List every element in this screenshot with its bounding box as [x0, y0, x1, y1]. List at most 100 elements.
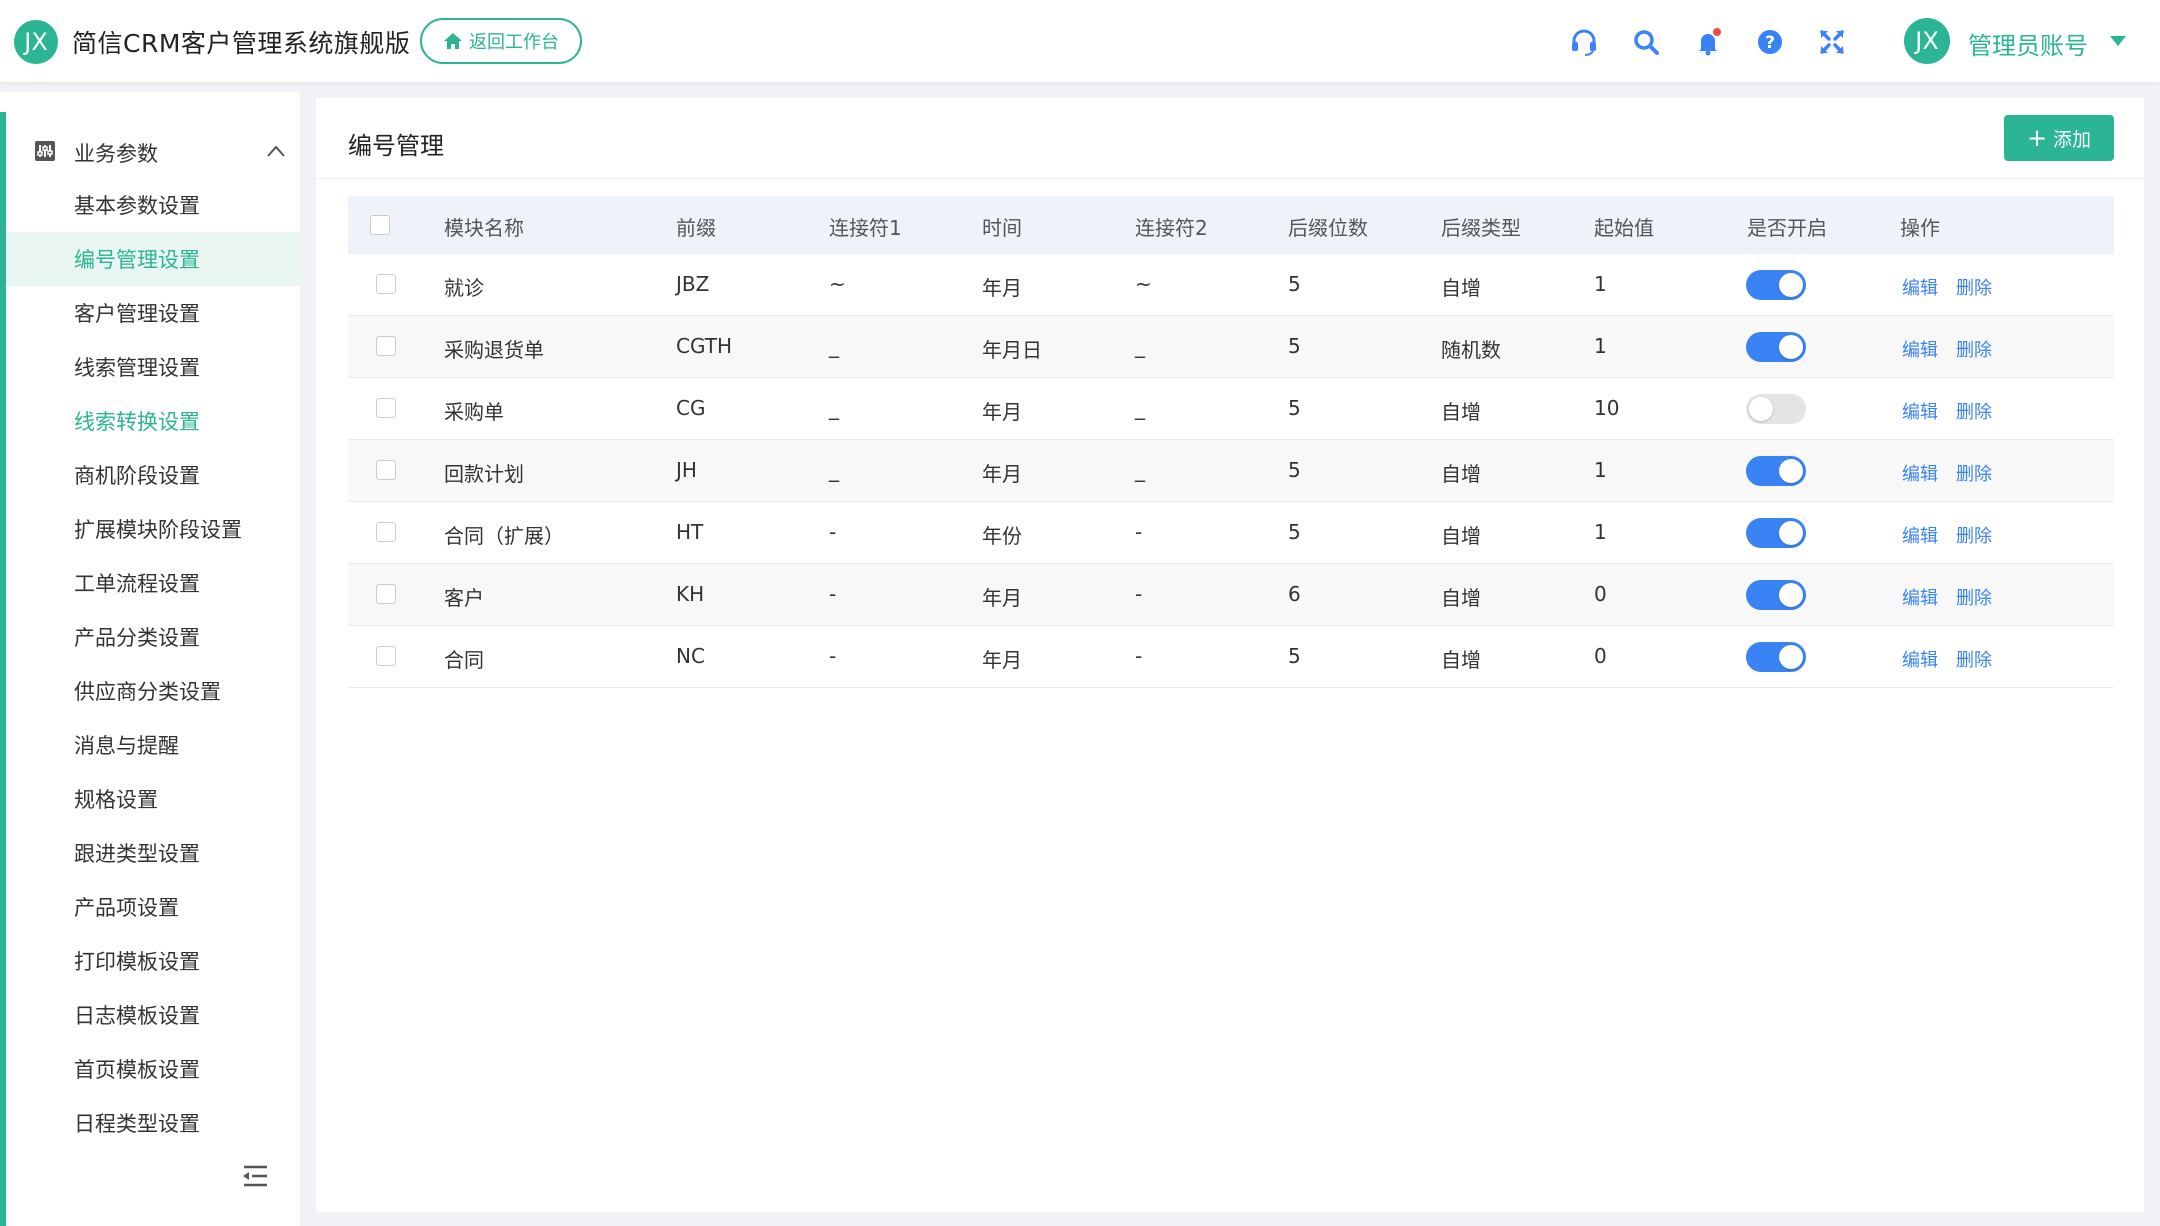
- app-logo: JX: [14, 20, 58, 64]
- module-name-cell: 采购退货单: [444, 338, 544, 362]
- delete-link[interactable]: 删除: [1956, 398, 1992, 424]
- return-workbench-button[interactable]: 返回工作台: [420, 18, 582, 64]
- row-checkbox[interactable]: [376, 522, 396, 542]
- row-checkbox[interactable]: [376, 584, 396, 604]
- main-card: 编号管理 + 添加 模块名称 前缀 连接符1 时间 连接符2 后缀位数 后缀类型…: [316, 98, 2144, 1212]
- page-title: 编号管理: [348, 132, 444, 160]
- sidebar-item[interactable]: 供应商分类设置: [6, 664, 300, 718]
- suffix-type-cell: 自增: [1441, 462, 1481, 486]
- sidebar: 业务参数 基本参数设置 编号管理设置 客户管理设置 线索管理设置 线索转换设置 商机阶段设…: [0, 92, 300, 1226]
- sidebar-item[interactable]: 产品项设置: [6, 880, 300, 934]
- enabled-toggle[interactable]: [1746, 332, 1806, 362]
- row-checkbox[interactable]: [376, 274, 396, 294]
- add-button[interactable]: + 添加: [2004, 115, 2114, 161]
- sidebar-item[interactable]: 扩展模块阶段设置: [6, 502, 300, 556]
- chevron-up-icon: [267, 145, 285, 157]
- table-row: 合同 NC - 年月 - 5 自增 0 编辑 删除: [348, 626, 2114, 688]
- edit-link[interactable]: 编辑: [1902, 646, 1938, 672]
- suffix-type-cell: 随机数: [1441, 338, 1501, 362]
- edit-link[interactable]: 编辑: [1902, 398, 1938, 424]
- sidebar-item[interactable]: 工单流程设置: [6, 556, 300, 610]
- separator1-cell: -: [829, 644, 837, 668]
- search-icon[interactable]: [1630, 26, 1662, 58]
- sidebar-item[interactable]: 客户管理设置: [6, 286, 300, 340]
- collapse-menu-icon[interactable]: [240, 1164, 268, 1188]
- column-header: 连接符1: [829, 216, 902, 240]
- suffix-digits-cell: 5: [1288, 458, 1301, 482]
- row-checkbox[interactable]: [376, 336, 396, 356]
- sidebar-item[interactable]: 商机阶段设置: [6, 448, 300, 502]
- enabled-toggle[interactable]: [1746, 518, 1806, 548]
- sidebar-item[interactable]: 首页模板设置: [6, 1042, 300, 1096]
- row-checkbox[interactable]: [376, 646, 396, 666]
- enabled-toggle[interactable]: [1746, 456, 1806, 486]
- fullscreen-icon[interactable]: [1816, 26, 1848, 58]
- sidebar-item[interactable]: 日志模板设置: [6, 988, 300, 1042]
- prefix-cell: JBZ: [676, 272, 710, 296]
- sidebar-item[interactable]: 打印模板设置: [6, 934, 300, 988]
- sidebar-item[interactable]: 规格设置: [6, 772, 300, 826]
- delete-link[interactable]: 删除: [1956, 584, 1992, 610]
- sidebar-group-business-params[interactable]: 业务参数: [6, 124, 300, 178]
- edit-link[interactable]: 编辑: [1902, 274, 1938, 300]
- headset-icon[interactable]: [1568, 26, 1600, 58]
- separator2-cell: -: [1135, 582, 1143, 606]
- time-cell: 年月日: [982, 338, 1042, 362]
- suffix-type-cell: 自增: [1441, 524, 1481, 548]
- sidebar-item[interactable]: 线索管理设置: [6, 340, 300, 394]
- row-checkbox[interactable]: [376, 398, 396, 418]
- column-header: 后缀类型: [1441, 216, 1521, 240]
- delete-link[interactable]: 删除: [1956, 646, 1992, 672]
- column-header: 操作: [1900, 216, 1940, 240]
- edit-link[interactable]: 编辑: [1902, 460, 1938, 486]
- user-avatar[interactable]: JX: [1904, 18, 1950, 64]
- delete-link[interactable]: 删除: [1956, 522, 1992, 548]
- sidebar-item[interactable]: 跟进类型设置: [6, 826, 300, 880]
- bell-icon[interactable]: [1692, 26, 1724, 58]
- module-name-cell: 采购单: [444, 400, 504, 424]
- suffix-digits-cell: 5: [1288, 644, 1301, 668]
- delete-link[interactable]: 删除: [1956, 274, 1992, 300]
- enabled-toggle[interactable]: [1746, 642, 1806, 672]
- prefix-cell: HT: [676, 520, 704, 544]
- column-header: 起始值: [1594, 216, 1654, 240]
- sidebar-item[interactable]: 产品分类设置: [6, 610, 300, 664]
- column-header: 前缀: [676, 216, 716, 240]
- separator1-cell: _: [829, 334, 839, 358]
- prefix-cell: JH: [676, 458, 697, 482]
- return-workbench-label: 返回工作台: [469, 32, 559, 53]
- toggle-knob: [1749, 397, 1773, 421]
- table-row: 合同（扩展） HT - 年份 - 5 自增 1 编辑 删除: [348, 502, 2114, 564]
- module-name-cell: 回款计划: [444, 462, 524, 486]
- add-button-label: 添加: [2053, 128, 2092, 151]
- caret-down-icon[interactable]: [2110, 36, 2126, 46]
- suffix-digits-cell: 5: [1288, 520, 1301, 544]
- suffix-digits-cell: 5: [1288, 272, 1301, 296]
- sidebar-group-label: 业务参数: [74, 142, 158, 166]
- help-icon[interactable]: ?: [1754, 26, 1786, 58]
- delete-link[interactable]: 删除: [1956, 460, 1992, 486]
- separator2-cell: -: [1135, 644, 1143, 668]
- sidebar-item[interactable]: 基本参数设置: [6, 178, 300, 232]
- module-name-cell: 合同: [444, 648, 484, 672]
- prefix-cell: KH: [676, 582, 705, 606]
- edit-link[interactable]: 编辑: [1902, 336, 1938, 362]
- edit-link[interactable]: 编辑: [1902, 584, 1938, 610]
- user-account-menu[interactable]: 管理员账号: [1968, 26, 2088, 61]
- plus-icon: +: [2026, 124, 2048, 152]
- separator1-cell: _: [829, 458, 839, 482]
- select-all-checkbox[interactable]: [370, 215, 390, 235]
- delete-link[interactable]: 删除: [1956, 336, 1992, 362]
- row-checkbox[interactable]: [376, 460, 396, 480]
- sidebar-item[interactable]: 线索转换设置: [6, 394, 300, 448]
- home-icon: [444, 33, 462, 49]
- sidebar-item[interactable]: 日程类型设置: [6, 1096, 300, 1150]
- sidebar-item[interactable]: 消息与提醒: [6, 718, 300, 772]
- enabled-toggle[interactable]: [1746, 580, 1806, 610]
- enabled-toggle[interactable]: [1746, 394, 1806, 424]
- enabled-toggle[interactable]: [1746, 270, 1806, 300]
- sidebar-item[interactable]: 编号管理设置: [6, 232, 300, 286]
- start-value-cell: 0: [1594, 582, 1607, 606]
- edit-link[interactable]: 编辑: [1902, 522, 1938, 548]
- table-header: 模块名称 前缀 连接符1 时间 连接符2 后缀位数 后缀类型 起始值 是否开启 …: [348, 196, 2114, 254]
